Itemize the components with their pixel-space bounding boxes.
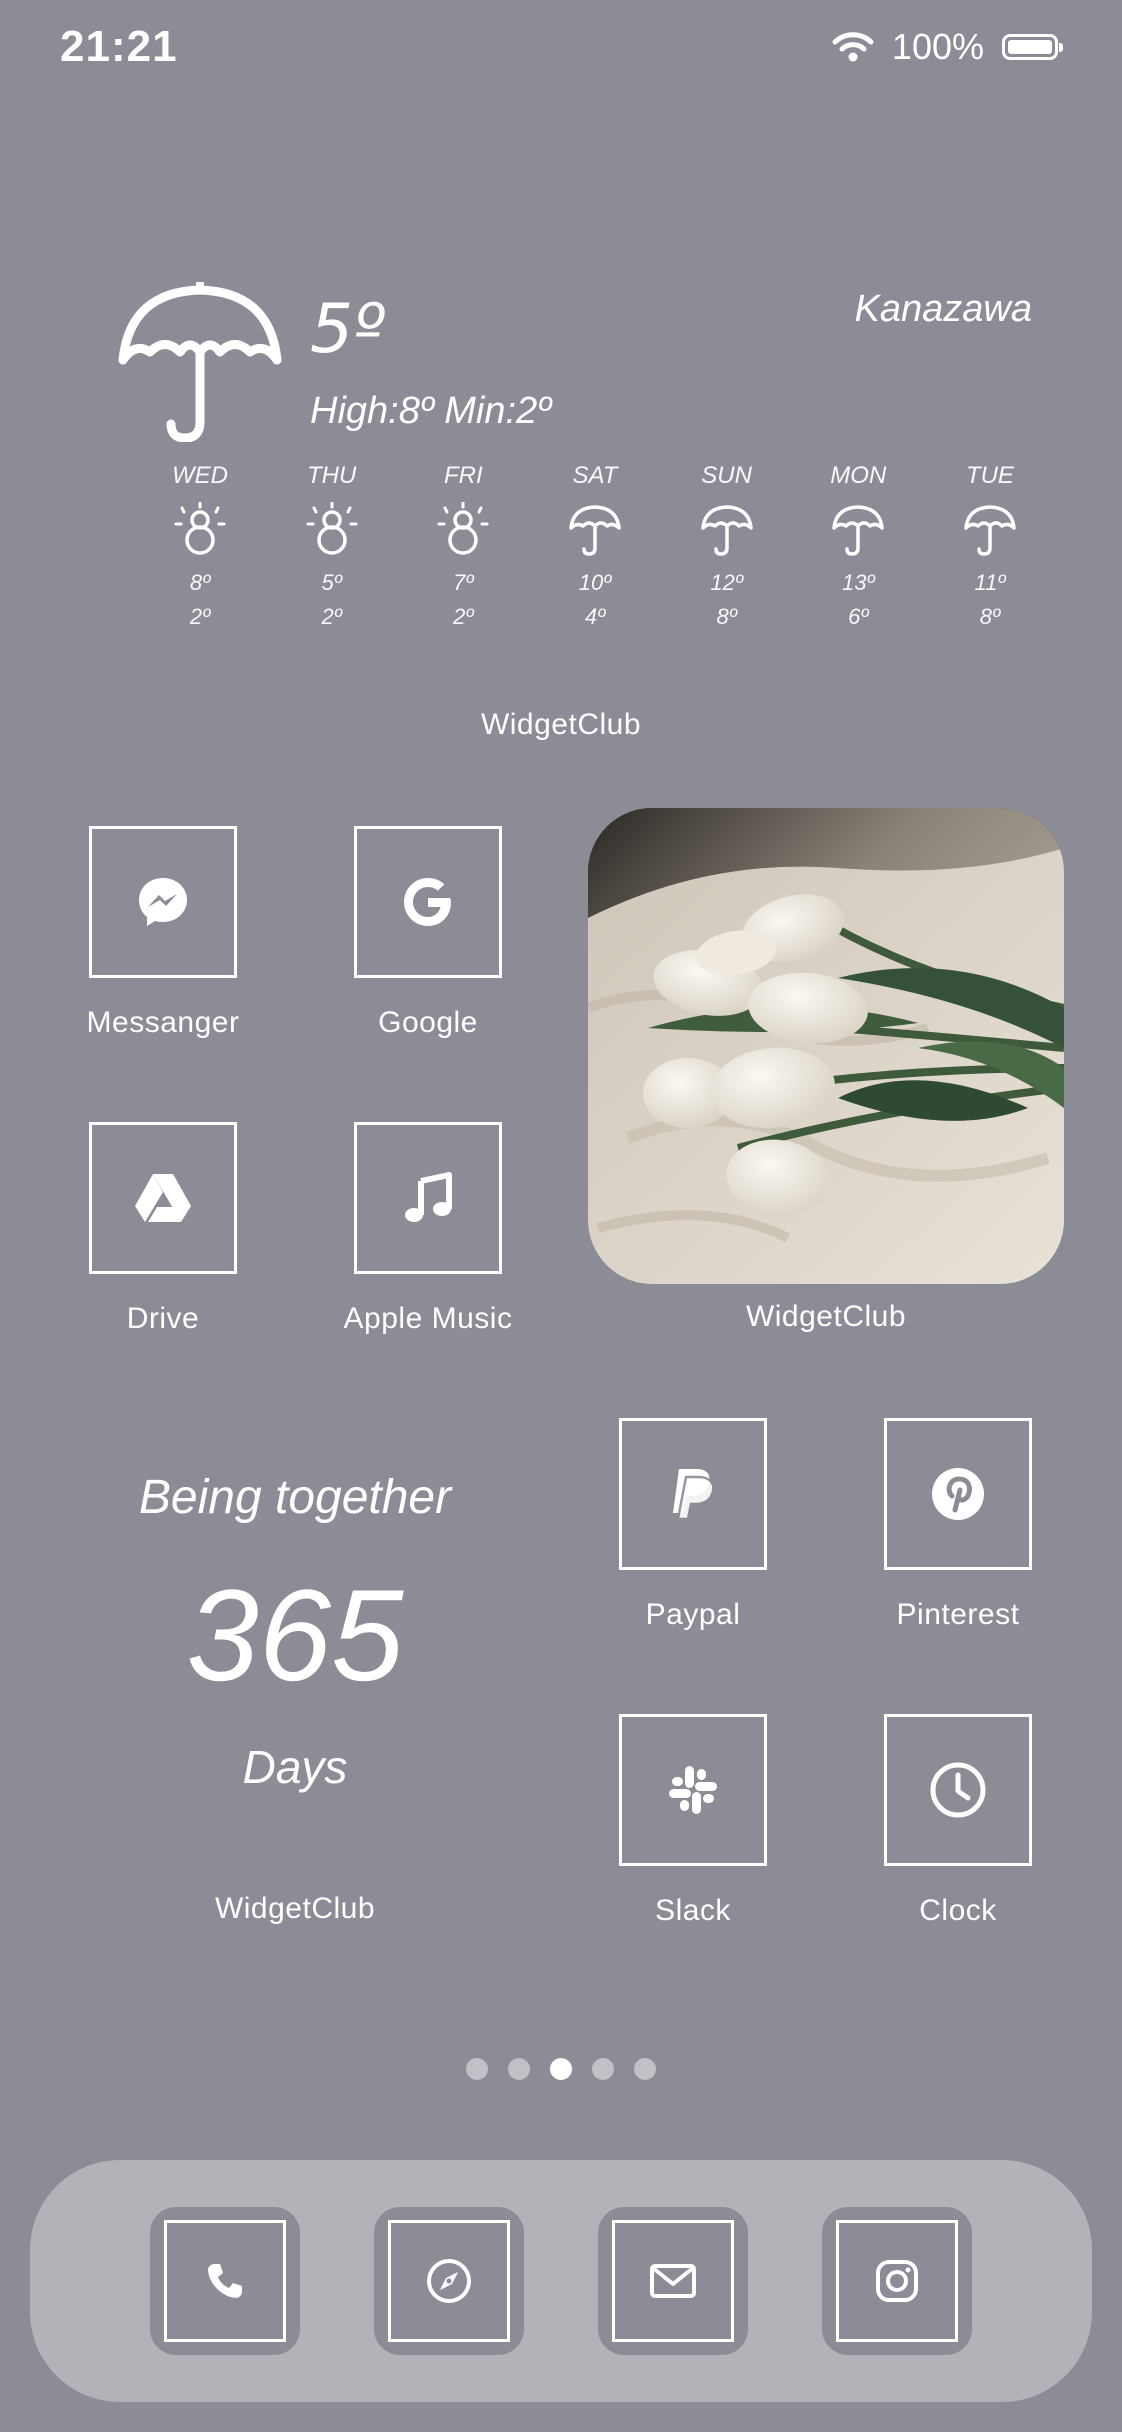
app-slack[interactable]: Slack bbox=[608, 1714, 778, 1928]
day-low: 8º bbox=[979, 604, 1001, 629]
umbrella-icon bbox=[118, 282, 282, 442]
battery-icon bbox=[1002, 34, 1063, 60]
day-high: 8º bbox=[189, 570, 211, 595]
google-icon bbox=[404, 878, 451, 926]
app-drive[interactable]: Drive bbox=[78, 1122, 248, 1336]
day-name: FRI bbox=[443, 462, 483, 489]
forecast-day: THU 5º 2º bbox=[272, 462, 392, 634]
mail-icon bbox=[650, 2264, 696, 2298]
tulips-photo bbox=[588, 808, 1064, 1284]
photo-widget[interactable] bbox=[588, 808, 1064, 1284]
app-apple-music[interactable]: Apple Music bbox=[343, 1122, 513, 1336]
countdown-unit: Days bbox=[242, 1741, 348, 1793]
day-high: 5º bbox=[321, 570, 342, 595]
app-google[interactable]: Google bbox=[343, 826, 513, 1040]
forecast-row: WED 8º 2º THU 5º 2º FRI 7º 2º SAT 10º 4º… bbox=[140, 462, 1050, 634]
photo-widget-caption: WidgetClub bbox=[745, 1300, 907, 1333]
app-label: Messanger bbox=[86, 1006, 240, 1039]
dock-safari[interactable] bbox=[374, 2207, 524, 2355]
app-label: Google bbox=[378, 1006, 478, 1039]
dock bbox=[30, 2160, 1092, 2402]
countdown-widget-caption: WidgetClub bbox=[214, 1892, 376, 1925]
music-note-icon bbox=[405, 1172, 452, 1222]
app-label: Pinterest bbox=[896, 1598, 1020, 1631]
app-label: Apple Music bbox=[343, 1302, 513, 1335]
snowman-icon bbox=[437, 502, 489, 555]
umbrella-icon bbox=[964, 505, 1016, 556]
dock-instagram[interactable] bbox=[822, 2207, 972, 2355]
current-temperature: 5º bbox=[310, 290, 386, 369]
forecast-day: TUE 11º 8º bbox=[930, 462, 1050, 634]
app-label: Slack bbox=[655, 1894, 731, 1927]
compass-icon bbox=[427, 2259, 471, 2303]
day-name: TUE bbox=[965, 462, 1014, 489]
drive-icon bbox=[135, 1174, 191, 1222]
countdown-widget[interactable]: Being together 365 Days bbox=[60, 1410, 530, 1840]
day-low: 6º bbox=[848, 604, 869, 629]
wifi-icon bbox=[832, 32, 874, 62]
app-label: Clock bbox=[919, 1894, 997, 1927]
phone-icon bbox=[208, 2264, 242, 2298]
day-high: 13º bbox=[842, 570, 875, 595]
countdown-title: Being together bbox=[138, 1471, 452, 1524]
page-dot[interactable] bbox=[508, 2058, 530, 2080]
countdown-number: 365 bbox=[186, 1562, 404, 1708]
high-low-temperature: High:8º Min:2º bbox=[310, 390, 552, 432]
umbrella-icon bbox=[569, 505, 621, 556]
page-dot[interactable] bbox=[466, 2058, 488, 2080]
umbrella-icon bbox=[700, 505, 753, 556]
snowman-icon bbox=[174, 502, 226, 555]
messenger-icon bbox=[139, 878, 187, 926]
slack-icon bbox=[669, 1766, 717, 1814]
app-label: Drive bbox=[126, 1302, 200, 1335]
day-name: SAT bbox=[572, 462, 618, 489]
forecast-day: MON 13º 6º bbox=[798, 462, 918, 634]
day-high: 12º bbox=[710, 570, 743, 595]
dock-mail[interactable] bbox=[598, 2207, 748, 2355]
battery-percent: 100% bbox=[891, 26, 984, 67]
day-low: 4º bbox=[584, 604, 606, 629]
dock-phone[interactable] bbox=[150, 2207, 300, 2355]
weather-widget-caption: WidgetClub bbox=[480, 708, 642, 741]
day-high: 10º bbox=[578, 570, 612, 595]
day-low: 2º bbox=[189, 604, 211, 629]
day-high: 11º bbox=[974, 570, 1006, 595]
app-label: Paypal bbox=[645, 1598, 741, 1631]
page-indicator[interactable] bbox=[0, 2058, 1122, 2080]
snowman-icon bbox=[306, 502, 358, 555]
day-name: WED bbox=[172, 462, 228, 489]
page-dot-active[interactable] bbox=[550, 2058, 572, 2080]
day-low: 8º bbox=[716, 604, 737, 629]
status-right: 100% bbox=[832, 26, 1063, 68]
clock-icon bbox=[930, 1762, 986, 1818]
umbrella-icon bbox=[832, 505, 885, 556]
app-messenger[interactable]: Messanger bbox=[78, 826, 248, 1040]
day-low: 2º bbox=[321, 604, 342, 629]
page-dot[interactable] bbox=[634, 2058, 656, 2080]
app-clock[interactable]: Clock bbox=[873, 1714, 1043, 1928]
forecast-day: SUN 12º 8º bbox=[667, 462, 787, 634]
day-name: MON bbox=[830, 462, 887, 489]
forecast-day: FRI 7º 2º bbox=[403, 462, 523, 634]
instagram-icon bbox=[876, 2260, 918, 2302]
status-time: 21:21 bbox=[60, 22, 178, 71]
city-name: Kanazawa bbox=[854, 288, 1032, 330]
paypal-icon bbox=[673, 1469, 715, 1521]
day-low: 2º bbox=[453, 604, 474, 629]
forecast-day: WED 8º 2º bbox=[140, 462, 260, 634]
weather-widget[interactable]: 5º High:8º Min:2º Kanazawa WED 8º 2º THU… bbox=[60, 200, 1062, 760]
app-paypal[interactable]: Paypal bbox=[608, 1418, 778, 1632]
pinterest-icon bbox=[932, 1468, 984, 1520]
app-pinterest[interactable]: Pinterest bbox=[873, 1418, 1043, 1632]
forecast-day: SAT 10º 4º bbox=[535, 462, 655, 634]
day-high: 7º bbox=[453, 570, 474, 595]
day-name: SUN bbox=[701, 462, 752, 489]
page-dot[interactable] bbox=[592, 2058, 614, 2080]
day-name: THU bbox=[306, 462, 357, 489]
